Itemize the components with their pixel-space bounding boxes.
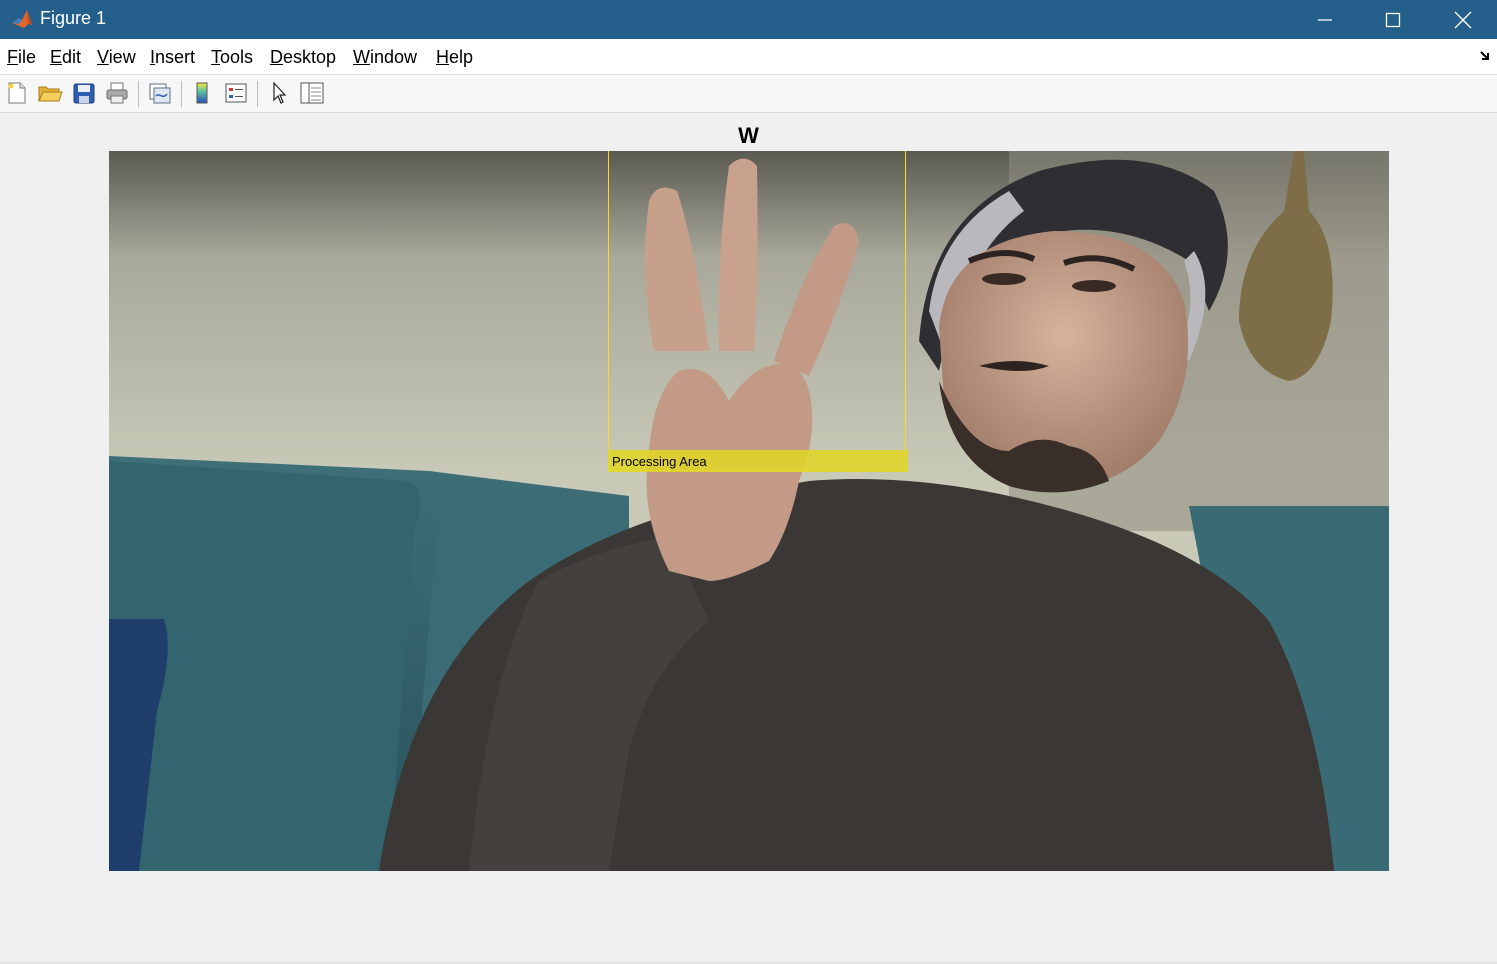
close-icon bbox=[1454, 11, 1472, 28]
window-titlebar: Figure 1 bbox=[0, 0, 1497, 39]
menu-bar: File Edit View Insert Tools Desktop Wind… bbox=[0, 39, 1497, 75]
dock-figure-icon[interactable] bbox=[1479, 49, 1493, 63]
maximize-icon bbox=[1385, 12, 1401, 27]
webcam-image: Processing Area bbox=[109, 151, 1389, 871]
open-file-icon bbox=[38, 86, 63, 102]
processing-area-roi bbox=[608, 151, 906, 471]
processing-area-label: Processing Area bbox=[608, 450, 908, 472]
property-inspector-button[interactable] bbox=[298, 79, 326, 107]
link-plot-button[interactable] bbox=[146, 79, 174, 107]
toolbar-separator bbox=[138, 81, 139, 107]
toolbar-separator bbox=[181, 81, 182, 107]
menu-view[interactable]: View bbox=[97, 47, 136, 68]
close-button[interactable] bbox=[1428, 0, 1497, 39]
print-button[interactable] bbox=[103, 79, 131, 107]
insert-colorbar-button[interactable] bbox=[188, 79, 216, 107]
save-icon bbox=[73, 83, 95, 104]
minimize-button[interactable] bbox=[1290, 0, 1360, 39]
edit-plot-pointer-icon bbox=[273, 81, 287, 104]
insert-legend-button[interactable] bbox=[222, 79, 250, 107]
insert-legend-icon bbox=[225, 83, 247, 103]
menu-window[interactable]: Window bbox=[353, 47, 417, 68]
menu-file[interactable]: File bbox=[7, 47, 36, 68]
open-file-button[interactable] bbox=[36, 79, 64, 107]
property-inspector-icon bbox=[300, 82, 324, 104]
axes-title: W bbox=[738, 123, 759, 148]
menu-desktop[interactable]: Desktop bbox=[270, 47, 336, 68]
new-figure-icon bbox=[8, 82, 26, 104]
toolbar-separator bbox=[257, 81, 258, 107]
figure-toolbar bbox=[0, 75, 1497, 113]
menu-tools[interactable]: Tools bbox=[211, 47, 253, 68]
print-icon bbox=[106, 82, 128, 104]
new-figure-button[interactable] bbox=[3, 79, 31, 107]
maximize-button[interactable] bbox=[1358, 0, 1428, 39]
menu-insert[interactable]: Insert bbox=[150, 47, 195, 68]
link-plot-icon bbox=[149, 83, 171, 104]
edit-plot-button[interactable] bbox=[265, 79, 293, 107]
menu-edit[interactable]: Edit bbox=[50, 47, 81, 68]
window-title: Figure 1 bbox=[40, 8, 107, 28]
minimize-icon bbox=[1318, 18, 1332, 21]
menu-help[interactable]: Help bbox=[436, 47, 473, 68]
insert-colorbar-icon bbox=[196, 82, 208, 104]
matlab-logo-icon bbox=[10, 7, 34, 31]
save-button[interactable] bbox=[70, 79, 98, 107]
